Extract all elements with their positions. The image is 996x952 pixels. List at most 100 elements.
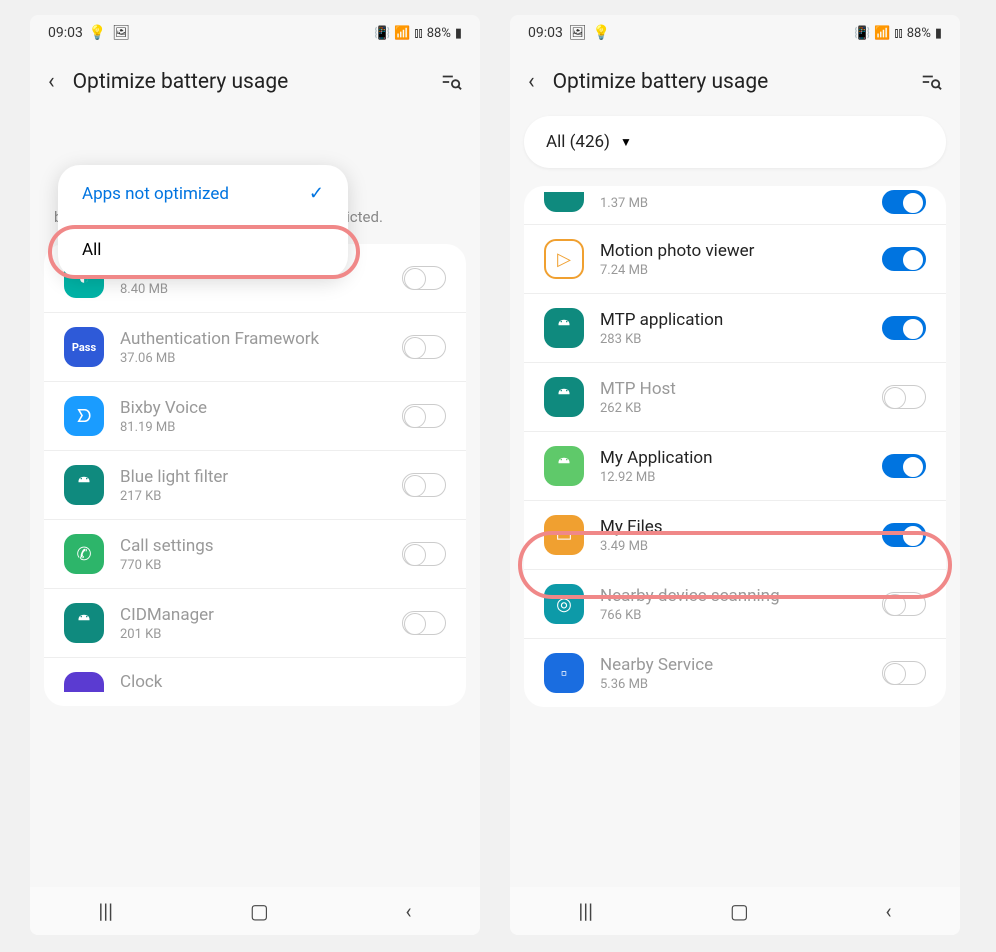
search-filter-icon[interactable] (440, 71, 462, 93)
phone-left: 09:03 💡 🖼 📳 📶 ⫾⫾ 88% ▮ ‹ Optimize batter… (30, 15, 480, 935)
app-row[interactable]: MTP Host 262 KB (524, 363, 946, 432)
app-row[interactable]: ▭ My Files 3.49 MB (524, 501, 946, 570)
nav-home[interactable]: ▢ (730, 899, 749, 923)
play-icon: ▷ (544, 239, 584, 279)
app-name: CIDManager (120, 605, 386, 625)
vibrate-icon: 📳 (374, 26, 390, 41)
app-icon: ᗤ (64, 396, 104, 436)
dropdown-option-not-optimized[interactable]: Apps not optimized ✓ (58, 165, 348, 222)
app-name: Clock (120, 672, 446, 692)
toggle-switch[interactable] (402, 266, 446, 290)
app-row[interactable]: ✆ Call settings 770 KB (44, 520, 466, 589)
app-row[interactable]: 1.37 MB (524, 186, 946, 225)
clock-icon (64, 672, 104, 692)
phone-right: 09:03 🖼 💡 📳 📶 ⫾⫾ 88% ▮ ‹ Optimize batter… (510, 15, 960, 935)
page-header: ‹ Optimize battery usage (30, 51, 480, 116)
toggle-switch[interactable] (882, 316, 926, 340)
nav-back[interactable]: ‹ (886, 899, 892, 923)
app-name: MTP Host (600, 379, 866, 399)
app-name: My Files (600, 517, 866, 537)
status-bar: 09:03 💡 🖼 📳 📶 ⫾⫾ 88% ▮ (30, 15, 480, 51)
toggle-switch[interactable] (882, 592, 926, 616)
nav-recents[interactable]: ||| (578, 899, 593, 923)
tip-icon: 💡 (89, 25, 106, 41)
app-row[interactable]: My Application 12.92 MB (524, 432, 946, 501)
nav-recents[interactable]: ||| (98, 899, 113, 923)
app-size: 5.36 MB (600, 677, 866, 692)
scan-icon: ◎ (544, 584, 584, 624)
nav-bar: ||| ▢ ‹ (30, 887, 480, 935)
page-header: ‹ Optimize battery usage (510, 51, 960, 116)
toggle-switch[interactable] (882, 190, 926, 214)
page-title: Optimize battery usage (553, 70, 902, 94)
dropdown-option-all[interactable]: All (58, 222, 348, 278)
filter-selector[interactable]: All (426) ▼ (524, 116, 946, 168)
app-icon (544, 192, 584, 212)
toggle-switch[interactable] (882, 385, 926, 409)
app-row[interactable]: ᗤ Bixby Voice 81.19 MB (44, 382, 466, 451)
app-size: 217 KB (120, 489, 386, 504)
filter-dropdown: Apps not optimized ✓ All (58, 165, 348, 278)
app-list: ◐ Apps 8.40 MB Pass Authentication Frame… (44, 244, 466, 706)
folder-icon: ▭ (544, 515, 584, 555)
app-row[interactable]: Clock (44, 658, 466, 706)
nav-back[interactable]: ‹ (406, 899, 412, 923)
nav-bar: ||| ▢ ‹ (510, 887, 960, 935)
app-size: 770 KB (120, 558, 386, 573)
status-time: 09:03 (528, 25, 563, 41)
app-row[interactable]: MTP application 283 KB (524, 294, 946, 363)
app-icon: Pass (64, 327, 104, 367)
app-name: Motion photo viewer (600, 241, 866, 261)
app-size: 12.92 MB (600, 470, 866, 485)
chevron-down-icon: ▼ (620, 135, 632, 149)
wifi-icon: 📶 (394, 26, 410, 41)
image-icon: 🖼 (112, 25, 130, 41)
toggle-switch[interactable] (402, 611, 446, 635)
toggle-switch[interactable] (882, 454, 926, 478)
app-name: MTP application (600, 310, 866, 330)
toggle-switch[interactable] (402, 335, 446, 359)
app-size: 7.24 MB (600, 263, 866, 278)
app-name: Blue light filter (120, 467, 386, 487)
app-row[interactable]: ◎ Nearby device scanning 766 KB (524, 570, 946, 639)
toggle-switch[interactable] (882, 523, 926, 547)
check-icon: ✓ (309, 183, 324, 204)
toggle-switch[interactable] (882, 247, 926, 271)
battery-icon: ▮ (935, 26, 942, 41)
app-row[interactable]: ▫ Nearby Service 5.36 MB (524, 639, 946, 707)
app-size: 766 KB (600, 608, 866, 623)
phone-icon: ✆ (64, 534, 104, 574)
back-button[interactable]: ‹ (48, 69, 55, 94)
app-size: 201 KB (120, 627, 386, 642)
nav-home[interactable]: ▢ (250, 899, 269, 923)
app-row[interactable]: CIDManager 201 KB (44, 589, 466, 658)
app-row[interactable]: Pass Authentication Framework 37.06 MB (44, 313, 466, 382)
app-size: 8.40 MB (120, 282, 386, 297)
toggle-switch[interactable] (402, 404, 446, 428)
app-name: Nearby device scanning (600, 586, 866, 606)
app-size: 37.06 MB (120, 351, 386, 366)
app-row[interactable]: Blue light filter 217 KB (44, 451, 466, 520)
page-title: Optimize battery usage (73, 70, 422, 94)
android-icon (64, 603, 104, 643)
toggle-switch[interactable] (882, 661, 926, 685)
battery-icon: ▮ (455, 26, 462, 41)
signal-icon: ⫾⫾ (894, 26, 902, 41)
app-name: My Application (600, 448, 866, 468)
android-icon (64, 465, 104, 505)
app-list: 1.37 MB ▷ Motion photo viewer 7.24 MB MT… (524, 186, 946, 707)
app-row[interactable]: ▷ Motion photo viewer 7.24 MB (524, 225, 946, 294)
battery-text: 88% (907, 26, 931, 41)
status-time: 09:03 (48, 25, 83, 41)
app-name: Authentication Framework (120, 329, 386, 349)
dropdown-label: Apps not optimized (82, 184, 229, 204)
toggle-switch[interactable] (402, 542, 446, 566)
signal-icon: ⫾⫾ (414, 26, 422, 41)
app-size: 262 KB (600, 401, 866, 416)
android-icon (544, 446, 584, 486)
app-name: Bixby Voice (120, 398, 386, 418)
search-filter-icon[interactable] (920, 71, 942, 93)
app-name: Call settings (120, 536, 386, 556)
back-button[interactable]: ‹ (528, 69, 535, 94)
toggle-switch[interactable] (402, 473, 446, 497)
